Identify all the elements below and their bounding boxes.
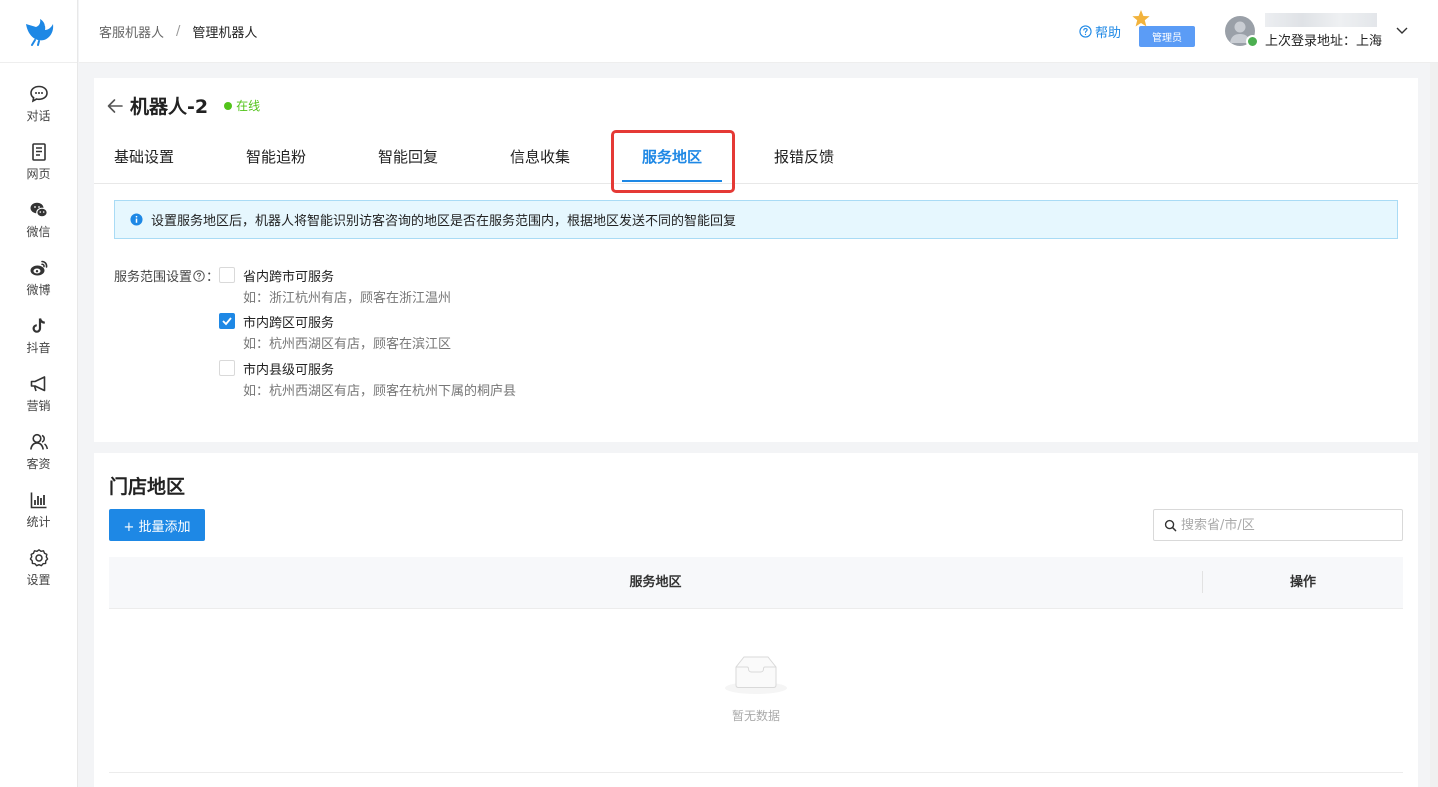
column-actions: 操作 bbox=[1289, 575, 1316, 590]
option-desc: 如：杭州西湖区有店，顾客在滨江区 bbox=[243, 337, 452, 352]
weibo-icon bbox=[30, 260, 47, 276]
online-check-icon bbox=[1245, 35, 1259, 48]
sidebar-item-weibo[interactable]: 微博 bbox=[0, 249, 77, 307]
sidebar-item-chat[interactable]: 对话 bbox=[0, 75, 77, 133]
robot-name: 机器人-2 bbox=[130, 96, 209, 118]
last-login-location: 上次登录地址：上海 bbox=[1264, 34, 1382, 49]
table-header: 服务地区 操作 bbox=[109, 557, 1403, 609]
sidebar: 对话 网页 微信 微博 抖音 营销 客资 统计 设置 bbox=[0, 0, 78, 787]
bulk-add-button[interactable]: + 批量添加 bbox=[109, 509, 205, 541]
sidebar-item-marketing[interactable]: 营销 bbox=[0, 365, 77, 423]
cross-city-checkbox[interactable] bbox=[219, 267, 235, 283]
top-header: 客服机器人 / 管理机器人 帮助 管理员 上次登录地址：上海 bbox=[79, 0, 1438, 63]
section-title: 门店地区 bbox=[109, 476, 186, 498]
area-search[interactable] bbox=[1153, 509, 1403, 541]
tab-error-feedback[interactable]: 报错反馈 bbox=[754, 138, 854, 184]
app-logo[interactable] bbox=[0, 0, 77, 63]
empty-text: 暂无数据 bbox=[731, 709, 780, 723]
star-badge-icon bbox=[1132, 9, 1150, 26]
help-label: 帮助 bbox=[1094, 25, 1121, 41]
tiktok-icon bbox=[32, 318, 45, 333]
option-title: 市内县级可服务 bbox=[243, 363, 335, 378]
megaphone-icon bbox=[30, 376, 45, 392]
option-title: 省内跨市可服务 bbox=[243, 270, 335, 285]
sidebar-item-web[interactable]: 网页 bbox=[0, 133, 77, 191]
service-scope-label: 服务范围设置 ： bbox=[114, 269, 220, 285]
status-badge: 在线 bbox=[236, 99, 261, 113]
tab-smart-reply[interactable]: 智能回复 bbox=[358, 138, 458, 184]
breadcrumb-separator: / bbox=[176, 23, 181, 39]
sidebar-item-douyin[interactable]: 抖音 bbox=[0, 307, 77, 365]
option-title: 市内跨区可服务 bbox=[243, 316, 335, 331]
empty-box-icon bbox=[725, 656, 787, 694]
county-checkbox[interactable] bbox=[219, 360, 235, 376]
sidebar-item-settings[interactable]: 设置 bbox=[0, 539, 77, 597]
bird-logo-icon bbox=[25, 19, 53, 46]
info-circle-icon bbox=[130, 213, 143, 226]
breadcrumb-item-bots[interactable]: 客服机器人 bbox=[99, 22, 164, 41]
cross-district-checkbox[interactable] bbox=[219, 313, 235, 329]
option-desc: 如：浙江杭州有店，顾客在浙江温州 bbox=[243, 291, 452, 306]
checkmark-icon bbox=[222, 317, 232, 326]
username-redacted bbox=[1264, 13, 1377, 27]
avatar[interactable] bbox=[1224, 16, 1259, 48]
store-area-panel: 门店地区 + 批量添加 服务地区 操作 暂无数据 bbox=[94, 453, 1418, 787]
breadcrumb-item-current: 管理机器人 bbox=[192, 25, 258, 41]
sidebar-item-wechat[interactable]: 微信 bbox=[0, 191, 77, 249]
sidebar-item-stats[interactable]: 统计 bbox=[0, 481, 77, 539]
search-input[interactable] bbox=[1181, 517, 1391, 533]
status-dot bbox=[224, 101, 233, 110]
notice-text: 设置服务地区后，机器人将智能识别访客咨询的地区是否在服务范围内，根据地区发送不同… bbox=[151, 214, 737, 229]
wechat-icon bbox=[30, 202, 48, 218]
gear-icon bbox=[29, 549, 48, 567]
chevron-down-icon[interactable] bbox=[1396, 27, 1408, 35]
tab-basic-settings[interactable]: 基础设置 bbox=[94, 138, 194, 184]
empty-state: 暂无数据 bbox=[706, 653, 806, 724]
page-scrollbar[interactable] bbox=[1430, 63, 1438, 787]
question-circle-icon[interactable] bbox=[193, 269, 205, 282]
users-icon bbox=[29, 433, 48, 450]
tab-info-collection[interactable]: 信息收集 bbox=[490, 138, 590, 184]
tab-bar: 基础设置 智能追粉 智能回复 信息收集 服务地区 报错反馈 bbox=[94, 138, 1418, 184]
help-link[interactable]: 帮助 bbox=[1079, 22, 1121, 41]
table-bottom-border bbox=[109, 772, 1403, 773]
document-icon bbox=[31, 143, 46, 161]
bar-chart-icon bbox=[30, 492, 46, 509]
sidebar-item-customers[interactable]: 客资 bbox=[0, 423, 77, 481]
info-notice: 设置服务地区后，机器人将智能识别访客咨询的地区是否在服务范围内，根据地区发送不同… bbox=[114, 200, 1398, 239]
robot-settings-panel: 机器人-2 在线 基础设置 智能追粉 智能回复 信息收集 服务地区 报错反馈 设… bbox=[94, 78, 1418, 442]
option-desc: 如：杭州西湖区有店，顾客在杭州下属的桐庐县 bbox=[243, 384, 517, 399]
breadcrumb: 客服机器人 / 管理机器人 bbox=[79, 22, 257, 41]
tab-highlight-box bbox=[611, 130, 735, 193]
arrow-left-icon[interactable] bbox=[106, 97, 124, 115]
search-icon bbox=[1164, 519, 1177, 531]
admin-tag: 管理员 bbox=[1138, 25, 1195, 47]
column-service-area: 服务地区 bbox=[629, 575, 682, 590]
tab-smart-follow[interactable]: 智能追粉 bbox=[226, 138, 326, 184]
chat-bubble-icon bbox=[29, 85, 48, 103]
admin-badge: 管理员 bbox=[1132, 9, 1195, 47]
user-menu[interactable]: 上次登录地址：上海 bbox=[1224, 13, 1408, 49]
question-circle-icon bbox=[1079, 24, 1092, 38]
